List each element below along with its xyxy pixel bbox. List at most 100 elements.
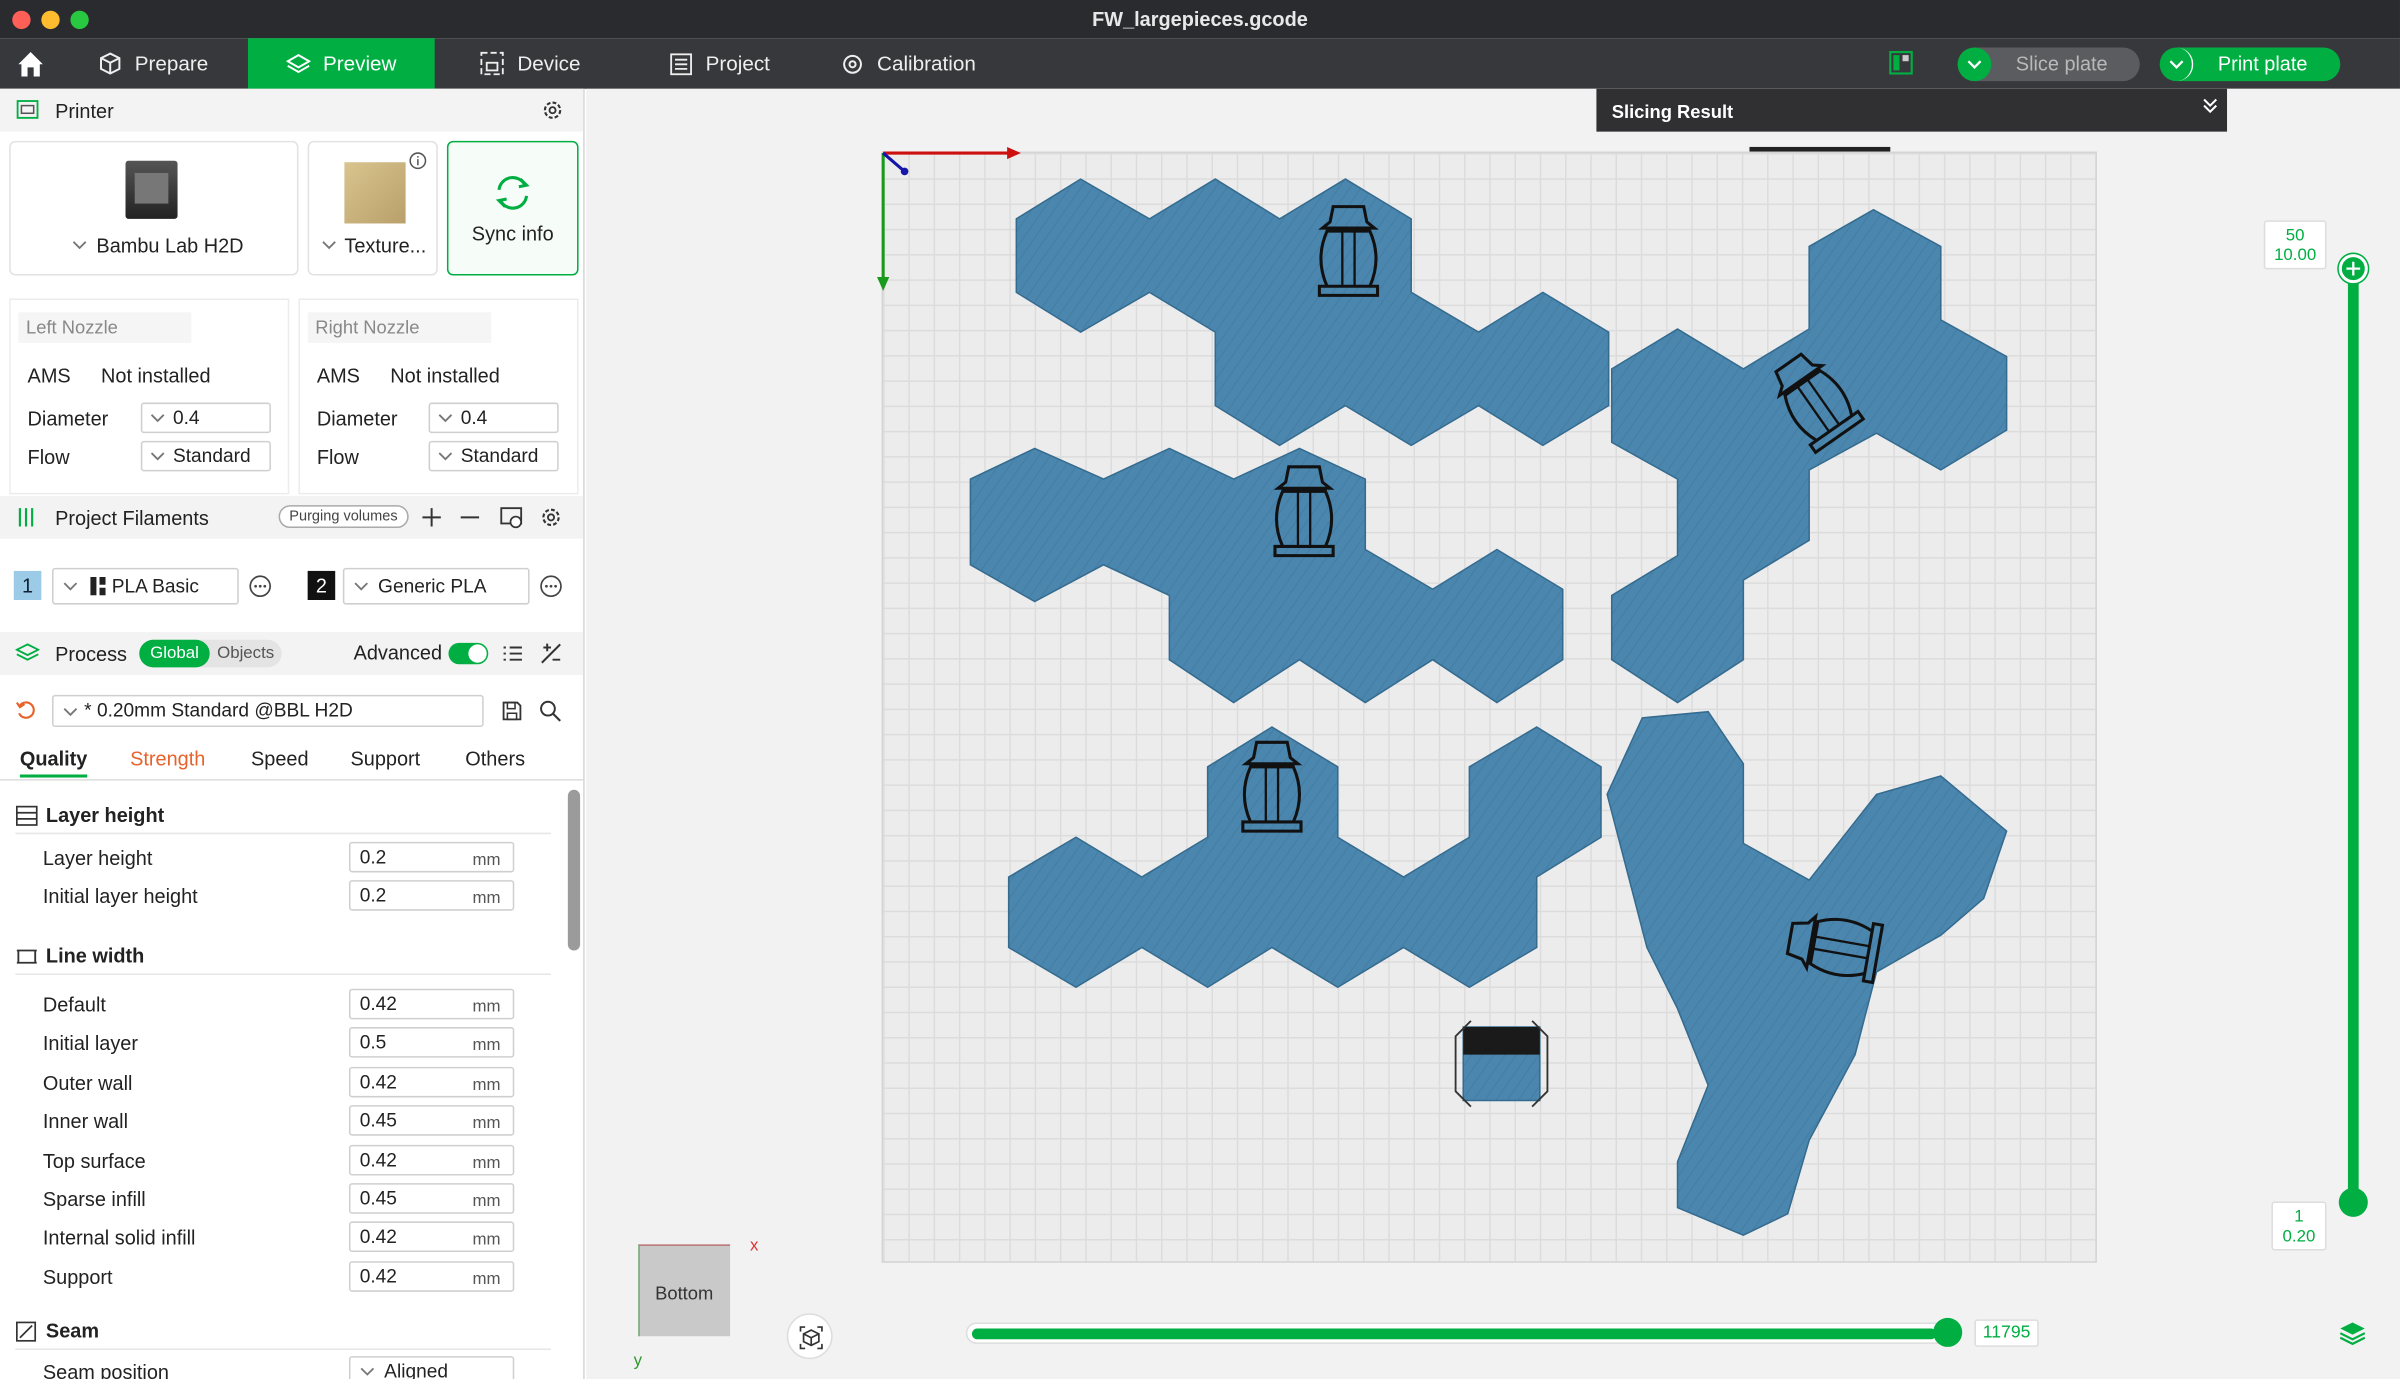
slice-plate-dropdown[interactable] [1957,47,1992,82]
filaments-section-title: Project Filaments [55,505,209,529]
more-options-icon[interactable] [539,574,563,598]
seam-position-label: Seam position [42,1360,169,1379]
slicing-result-panel[interactable]: Slicing Result [1596,88,2228,132]
layout-icon [1889,50,1913,75]
left-flow-select[interactable]: Standard [140,440,271,472]
layer-height-input[interactable]: 0.2 mm [348,841,515,873]
line-width-row-value: 0.42 [359,1071,397,1093]
home-button[interactable] [9,38,52,89]
advanced-label: Advanced [353,641,443,665]
purging-volumes-button[interactable]: Purging volumes [278,505,409,529]
reset-view-button[interactable] [786,1313,833,1360]
initial-layer-height-unit: mm [472,889,501,908]
printer-card[interactable]: Bambu Lab H2D [9,140,299,276]
gear-icon[interactable] [539,505,563,529]
more-options-icon[interactable] [248,574,272,598]
global-objects-switch[interactable]: Global Objects [139,639,282,668]
line-width-row-input[interactable]: 0.42 mm [348,1260,515,1292]
line-width-row-input[interactable]: 0.45 mm [348,1183,515,1214]
seam-position-select[interactable]: Aligned [348,1356,515,1379]
left-diameter-select[interactable]: 0.4 [140,402,271,434]
zoom-window-icon[interactable] [70,10,89,30]
view-cube-label: Bottom [655,1282,714,1305]
window-titlebar: FW_largepieces.gcode [0,0,2400,39]
slice-plate-button[interactable]: Slice plate [1957,47,2140,82]
line-width-row-input[interactable]: 0.42 mm [348,1066,515,1098]
layout-toggle-button[interactable] [1889,50,1913,75]
chevron-down-icon [438,452,453,461]
tab-project[interactable]: Project [669,38,807,89]
print-plate-button[interactable]: Print plate [2159,47,2341,82]
right-diameter-select[interactable]: 0.4 [428,402,559,434]
filament-2-index[interactable]: 2 [307,570,336,600]
line-width-row-input[interactable]: 0.42 mm [348,1144,515,1175]
chevron-down-icon [150,452,165,461]
reset-icon[interactable] [15,699,36,720]
chevron-down-icon [322,241,336,250]
minimize-window-icon[interactable] [41,10,60,30]
tab-calibration[interactable]: Calibration [840,38,1008,89]
right-flow-select[interactable]: Standard [428,440,559,472]
process-preset-select[interactable]: * 0.20mm Standard @BBL H2D [52,694,484,728]
plate-type-name: Texture... [344,234,427,258]
print-plate-dropdown[interactable] [2160,47,2194,82]
layers-toggle-icon[interactable] [2339,1319,2367,1347]
tab-others[interactable]: Others [465,747,525,770]
close-window-icon[interactable] [12,10,31,30]
main-menubar: Prepare Preview Device Project Calibrati… [0,38,2400,89]
line-width-row-label: Inner wall [42,1109,129,1133]
advanced-toggle[interactable] [448,642,489,665]
search-icon[interactable] [539,699,562,722]
tab-preview[interactable]: Preview [247,38,435,89]
line-width-row-label: Sparse infill [42,1187,146,1211]
seam-group-header: Seam [15,1319,552,1350]
sync-info-button[interactable]: Sync info [446,140,579,276]
move-slider-track[interactable] [965,1322,1958,1344]
save-icon[interactable] [501,699,524,722]
filaments-section-header: Project Filaments Purging volumes [0,495,584,539]
initial-layer-height-label: Initial layer height [42,884,198,908]
tab-device[interactable]: Device [479,38,617,89]
tab-prepare[interactable]: Prepare [98,38,248,89]
double-chevron-down-icon[interactable] [2201,96,2219,114]
tab-quality[interactable]: Quality [19,747,88,778]
minus-icon[interactable] [459,507,480,528]
line-width-row-input[interactable]: 0.5 mm [348,1027,515,1059]
filament-1-select[interactable]: PLA Basic [52,567,239,605]
objects-toggle[interactable]: Objects [210,640,282,668]
right-flow-label: Flow [316,445,359,469]
gear-icon[interactable] [540,98,564,122]
line-width-row-input[interactable]: 0.45 mm [348,1105,515,1136]
tab-speed[interactable]: Speed [251,747,309,770]
chevron-down-icon [63,582,78,591]
tab-support[interactable]: Support [351,747,421,770]
plate-type-card[interactable]: Texture... [307,140,438,276]
layer-height-group-header: Layer height [15,804,552,835]
initial-layer-height-input[interactable]: 0.2 mm [348,880,515,911]
layer-slider-track[interactable] [2347,266,2359,1204]
line-width-icon [16,949,37,964]
right-nozzle-panel: Right Nozzle AMS Not installed Diameter … [298,298,579,495]
compare-icon[interactable] [539,641,563,665]
line-width-row-input[interactable]: 0.42 mm [348,988,515,1020]
settings-scrollbar[interactable] [567,789,581,951]
filament-1-index[interactable]: 1 [13,570,42,600]
info-icon[interactable] [409,152,427,170]
layer-slider-bottom-handle[interactable] [2338,1187,2368,1217]
right-flow-value: Standard [460,445,539,467]
view-cube[interactable]: Bottom [638,1244,731,1337]
layer-slider-top-handle[interactable] [2338,254,2368,284]
line-width-row-value: 0.42 [359,1148,397,1171]
tab-strength[interactable]: Strength [130,747,205,770]
line-width-row-input[interactable]: 0.42 mm [348,1222,515,1253]
list-icon[interactable] [501,641,525,665]
line-width-group-header: Line width [15,944,552,975]
plus-icon[interactable] [421,507,442,528]
filament-2-select[interactable]: Generic PLA [342,567,530,605]
line-width-row-unit: mm [472,1036,501,1056]
chevron-down-icon [354,582,368,591]
global-toggle[interactable]: Global [139,639,210,668]
move-slider-handle[interactable] [1933,1317,1963,1347]
filament-sync-icon[interactable] [499,505,523,529]
line-width-row-unit: mm [472,1153,501,1172]
